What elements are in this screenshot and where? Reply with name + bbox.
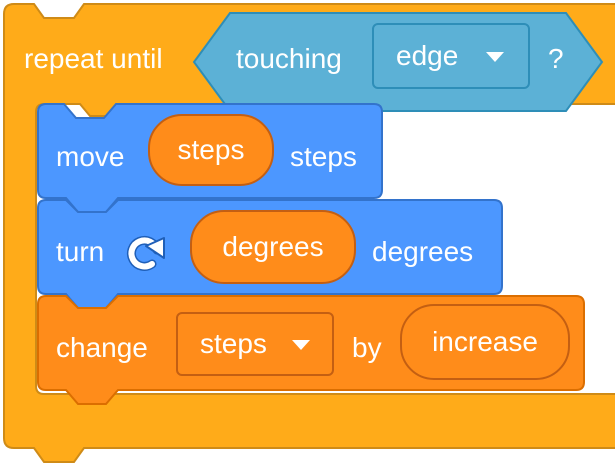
steps-reporter-label: steps <box>177 134 245 165</box>
degrees-reporter-label: degrees <box>222 231 324 262</box>
variable-dropdown-value: steps <box>200 328 267 359</box>
touching-object-value: edge <box>396 40 459 71</box>
move-suffix-label: steps <box>290 141 357 172</box>
chevron-down-icon <box>486 52 504 62</box>
turn-label: turn <box>56 236 105 267</box>
by-label: by <box>352 332 382 363</box>
rotate-clockwise-icon <box>127 235 165 271</box>
change-label: change <box>56 332 148 363</box>
move-label: move <box>56 141 125 172</box>
increase-reporter[interactable]: increase <box>400 304 570 380</box>
touching-object-dropdown[interactable]: edge <box>372 23 530 89</box>
turn-suffix-label: degrees <box>372 236 474 267</box>
increase-reporter-label: increase <box>432 326 538 357</box>
repeat-until-label: repeat until <box>24 43 163 74</box>
steps-reporter[interactable]: steps <box>148 114 274 186</box>
question-mark-label: ? <box>548 43 564 74</box>
touching-label: touching <box>236 43 342 74</box>
degrees-reporter[interactable]: degrees <box>190 210 356 284</box>
variable-dropdown[interactable]: steps <box>176 312 334 376</box>
chevron-down-icon <box>292 340 310 350</box>
